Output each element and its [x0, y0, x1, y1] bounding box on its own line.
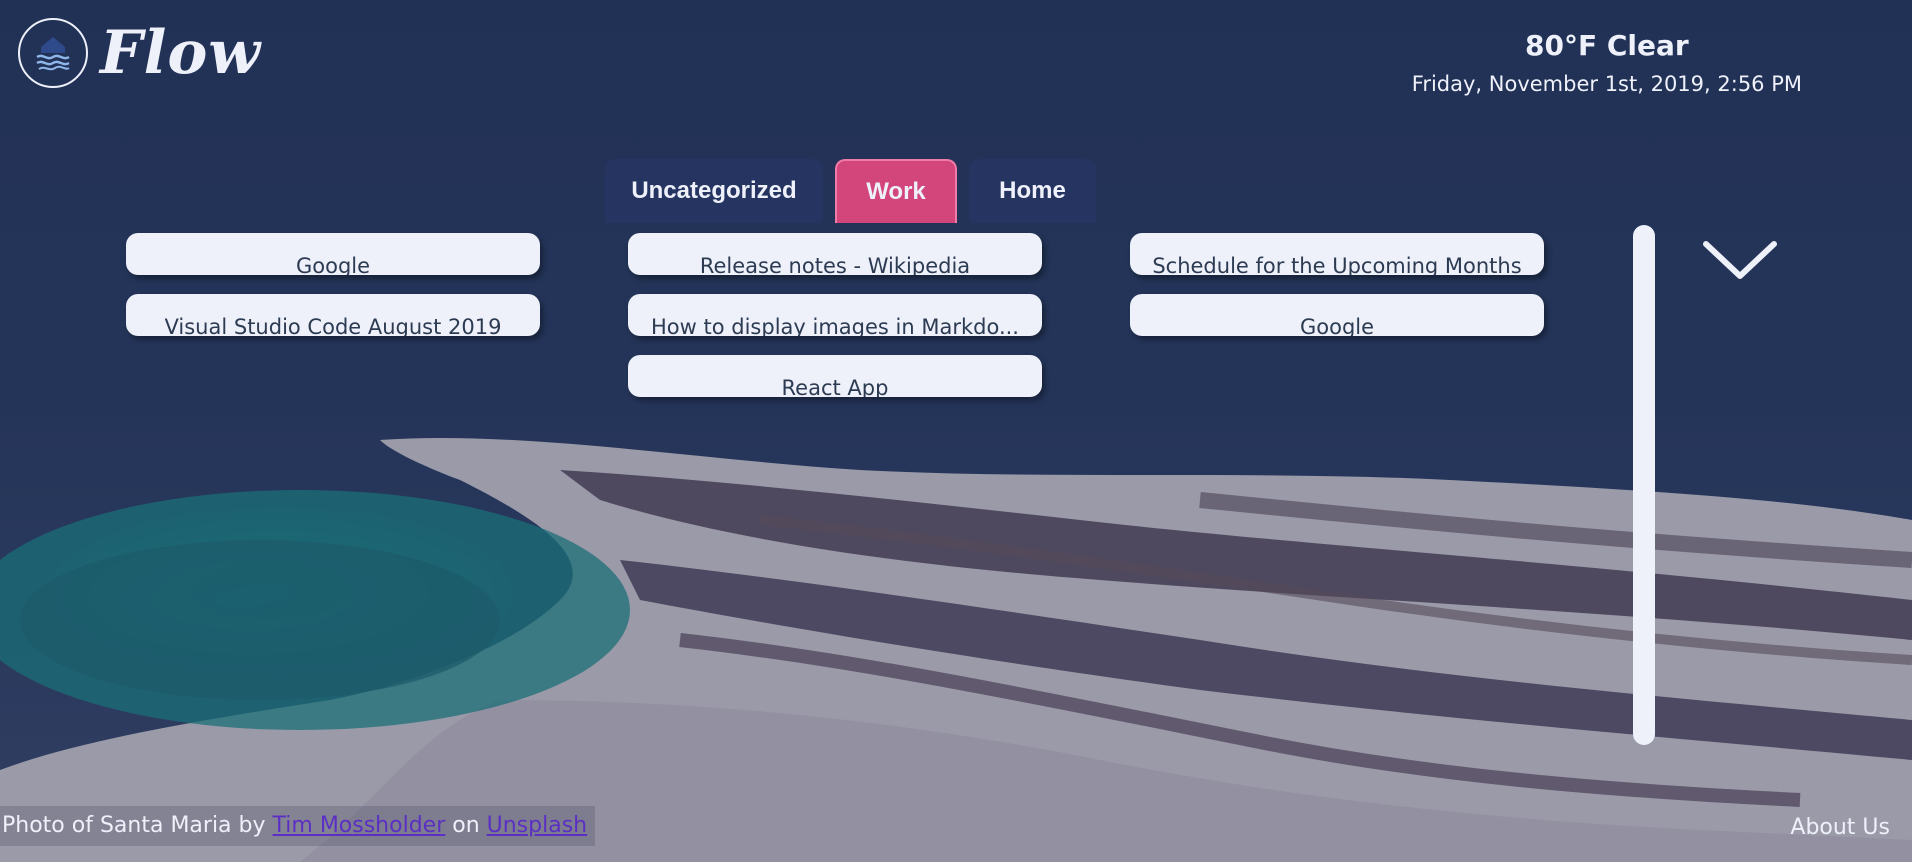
- bookmark-title: Visual Studio Code August 2019: [164, 315, 502, 336]
- bookmark-card[interactable]: Google: [126, 233, 540, 275]
- bookmark-title: React App: [781, 376, 889, 397]
- bookmark-title: Google: [295, 254, 371, 275]
- about-us-link[interactable]: About Us: [1790, 808, 1890, 848]
- bookmark-card[interactable]: Schedule for the Upcoming Months: [1130, 233, 1544, 275]
- tab-uncategorized[interactable]: Uncategorized: [605, 159, 823, 223]
- bookmark-card[interactable]: Google: [1130, 294, 1544, 336]
- bookmark-title: Google: [1299, 315, 1375, 336]
- bookmark-card[interactable]: React App: [628, 355, 1042, 397]
- tab-work[interactable]: Work: [835, 159, 957, 223]
- bookmarks-scrollbar[interactable]: [1633, 225, 1655, 745]
- credit-mid: on: [445, 813, 487, 838]
- app-logo[interactable]: Flow: [18, 18, 261, 88]
- bookmark-card[interactable]: Visual Studio Code August 2019: [126, 294, 540, 336]
- category-tabs: Uncategorized Work Home: [605, 159, 1108, 223]
- house-waves-icon: [18, 18, 88, 88]
- bookmark-card[interactable]: How to display images in Markdo...: [628, 294, 1042, 336]
- bookmark-title: Schedule for the Upcoming Months: [1152, 254, 1522, 275]
- photo-credit: Photo of Santa Maria by Tim Mossholder o…: [0, 806, 596, 846]
- current-datetime: Friday, November 1st, 2019, 2:56 PM: [1411, 72, 1802, 96]
- bookmark-title: Release notes - Wikipedia: [699, 254, 971, 275]
- background-overlay: [0, 0, 1912, 862]
- tab-home[interactable]: Home: [969, 159, 1096, 223]
- app-name: Flow: [100, 18, 262, 88]
- bookmark-title: How to display images in Markdo...: [651, 315, 1019, 336]
- bookmark-card[interactable]: Release notes - Wikipedia: [628, 233, 1042, 275]
- photographer-link[interactable]: Tim Mossholder: [273, 813, 446, 838]
- weather-summary: 80°F Clear: [1525, 29, 1689, 62]
- chevron-down-icon[interactable]: [1700, 236, 1780, 286]
- weather-widget: 80°F Clear Friday, November 1st, 2019, 2…: [1412, 28, 1802, 100]
- unsplash-link[interactable]: Unsplash: [487, 813, 587, 838]
- credit-prefix: Photo of Santa Maria by: [2, 813, 273, 838]
